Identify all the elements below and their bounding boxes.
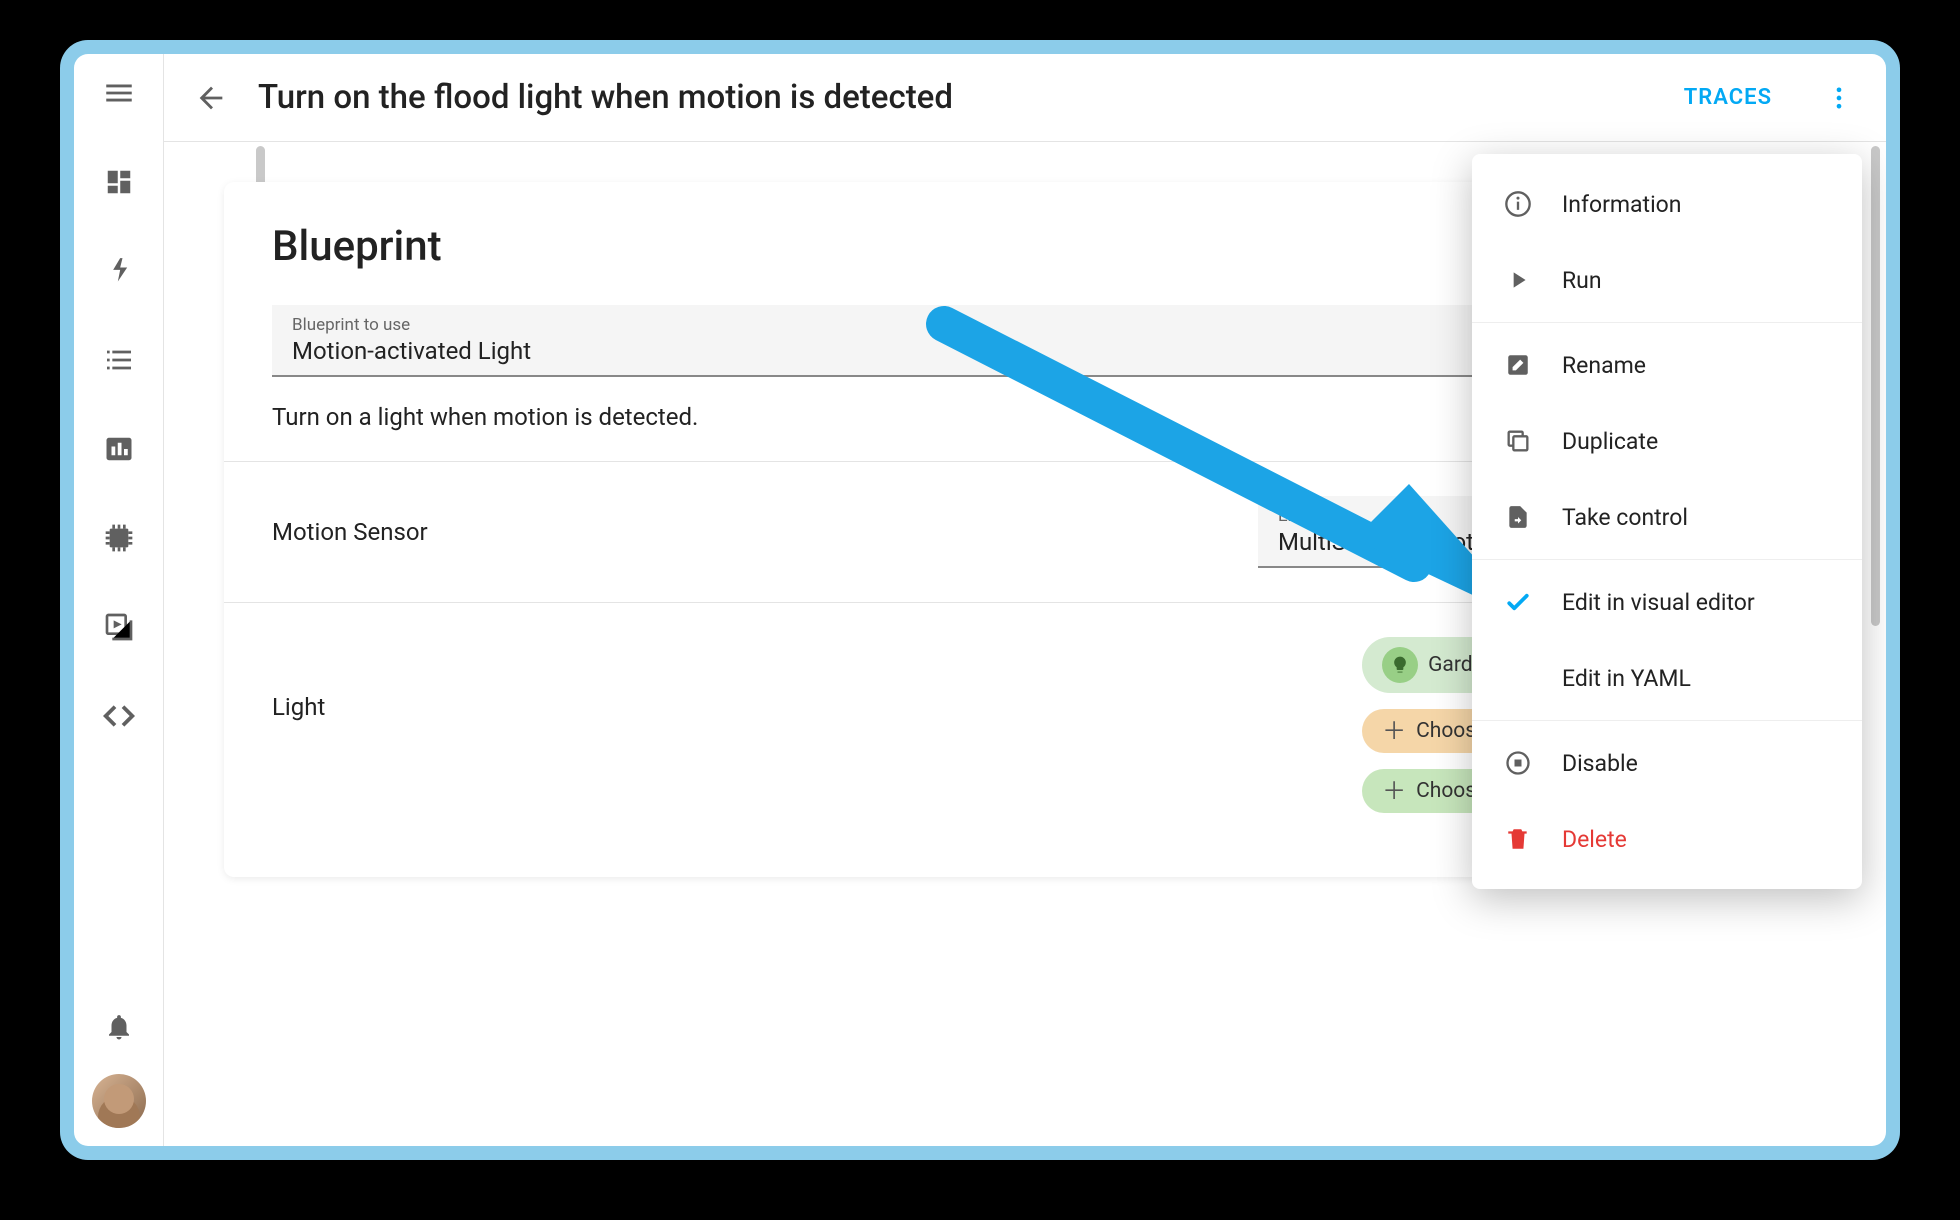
hamburger-icon[interactable]	[102, 76, 136, 110]
menu-rename-label: Rename	[1562, 352, 1646, 379]
menu-edit-yaml[interactable]: Edit in YAML	[1472, 640, 1862, 716]
duplicate-icon	[1502, 425, 1534, 457]
menu-information-label: Information	[1562, 191, 1681, 218]
energy-icon[interactable]	[102, 254, 136, 288]
light-label: Light	[272, 637, 592, 721]
plus-icon: ＋	[1382, 779, 1406, 803]
rename-icon	[1502, 349, 1534, 381]
stats-icon[interactable]	[102, 432, 136, 466]
traces-link[interactable]: TRACES	[1684, 85, 1772, 110]
list-icon[interactable]	[102, 343, 136, 377]
motion-sensor-label: Motion Sensor	[272, 518, 592, 546]
menu-take-control-label: Take control	[1562, 504, 1688, 531]
menu-information[interactable]: Information	[1472, 166, 1862, 242]
notifications-icon[interactable]	[102, 1010, 136, 1044]
menu-disable-label: Disable	[1562, 750, 1638, 777]
main-area: Turn on the flood light when motion is d…	[164, 54, 1886, 1146]
menu-edit-visual[interactable]: Edit in visual editor	[1472, 564, 1862, 640]
code-icon[interactable]	[102, 699, 136, 733]
menu-edit-visual-label: Edit in visual editor	[1562, 589, 1755, 616]
menu-rename[interactable]: Rename	[1472, 327, 1862, 403]
menu-run[interactable]: Run	[1472, 242, 1862, 318]
menu-delete[interactable]: Delete	[1472, 801, 1862, 877]
disable-icon	[1502, 747, 1534, 779]
check-icon	[1502, 586, 1534, 618]
sidebar	[74, 54, 164, 1146]
page-title: Turn on the flood light when motion is d…	[258, 78, 953, 117]
media-icon[interactable]	[102, 610, 136, 644]
blank-icon	[1502, 662, 1534, 694]
menu-duplicate[interactable]: Duplicate	[1472, 403, 1862, 479]
trash-icon	[1502, 823, 1534, 855]
menu-delete-label: Delete	[1562, 826, 1627, 853]
back-arrow-icon[interactable]	[194, 81, 228, 115]
topbar: Turn on the flood light when motion is d…	[164, 54, 1886, 142]
lightbulb-icon	[1382, 647, 1418, 683]
user-avatar[interactable]	[92, 1074, 146, 1128]
info-icon	[1502, 188, 1534, 220]
plus-icon: ＋	[1382, 719, 1406, 743]
play-icon	[1502, 264, 1534, 296]
menu-duplicate-label: Duplicate	[1562, 428, 1658, 455]
menu-run-label: Run	[1562, 267, 1602, 294]
dashboard-icon[interactable]	[102, 165, 136, 199]
chip-icon[interactable]	[102, 521, 136, 555]
overflow-menu-icon[interactable]	[1822, 81, 1856, 115]
menu-edit-yaml-label: Edit in YAML	[1562, 665, 1691, 692]
menu-disable[interactable]: Disable	[1472, 725, 1862, 801]
app-window: Turn on the flood light when motion is d…	[74, 54, 1886, 1146]
take-control-icon	[1502, 501, 1534, 533]
menu-take-control[interactable]: Take control	[1472, 479, 1862, 555]
overflow-menu: Information Run Rename	[1472, 154, 1862, 889]
